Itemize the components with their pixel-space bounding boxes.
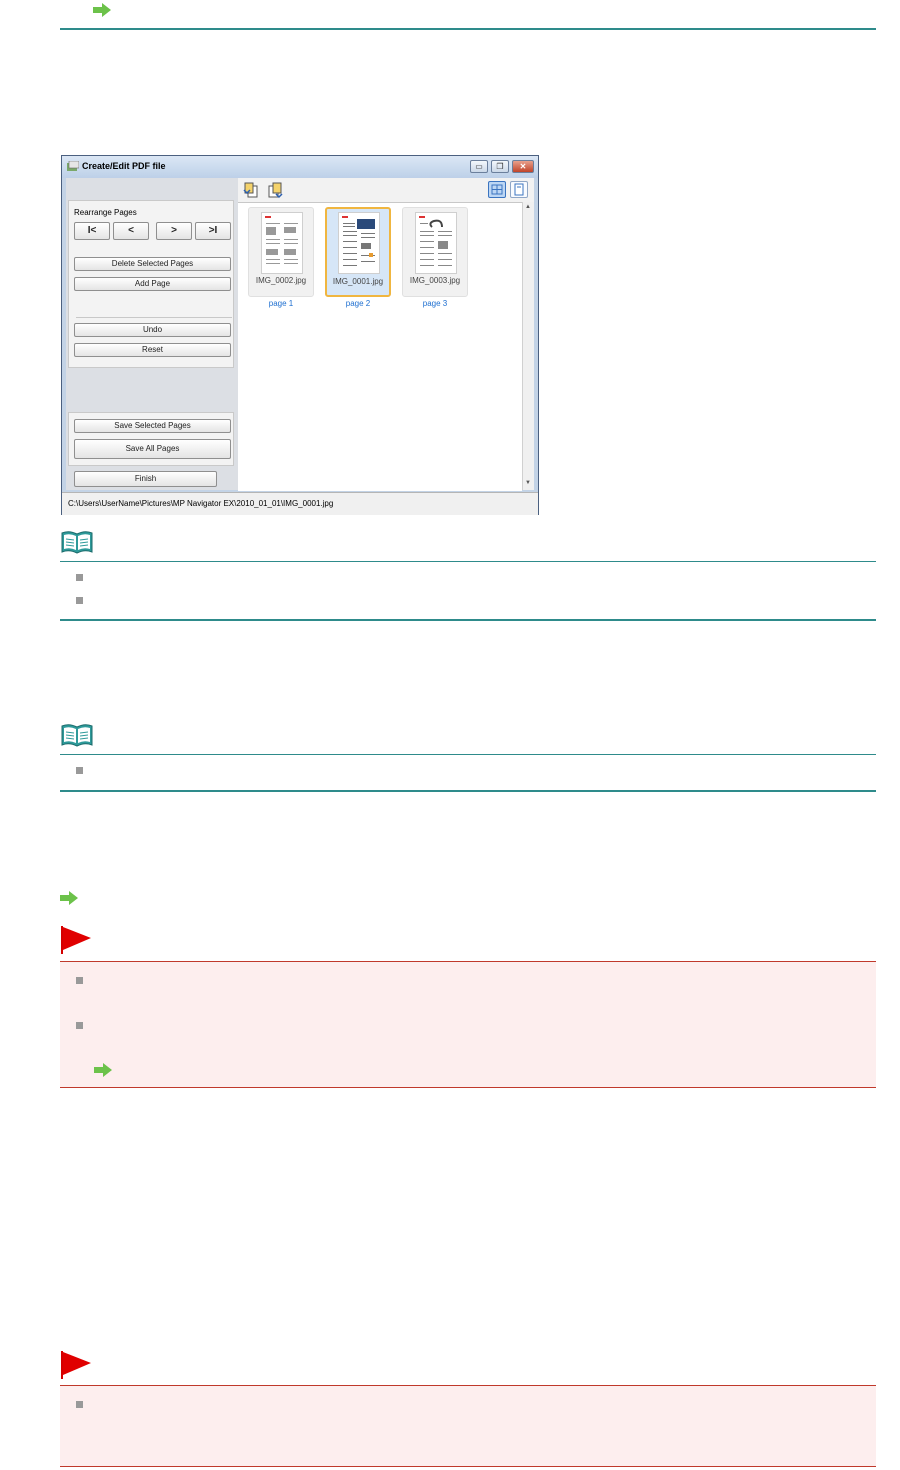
minimize-button[interactable]: ▭: [470, 160, 488, 173]
next-page-button[interactable]: >: [156, 222, 192, 240]
thumbnail-card-selected[interactable]: IMG_0001.jpg: [325, 207, 391, 297]
thumbnail-view-button[interactable]: [488, 181, 506, 198]
previous-page-button[interactable]: <: [113, 222, 149, 240]
last-page-button[interactable]: >I: [195, 222, 231, 240]
thumbnail-card[interactable]: IMG_0002.jpg: [248, 207, 314, 297]
reset-button[interactable]: Reset: [74, 343, 231, 357]
rotate-right-icon[interactable]: [266, 181, 284, 199]
left-panel: Rearrange Pages I< < > >I Delete Selecte…: [66, 178, 238, 490]
thumbnail-filename: IMG_0001.jpg: [332, 277, 384, 286]
arrow-icon[interactable]: [60, 891, 78, 905]
caution-box: [60, 961, 876, 1088]
app-icon: [67, 161, 79, 171]
page-thumbnail-image: [261, 212, 303, 274]
rotate-left-icon[interactable]: [242, 181, 260, 199]
divider: [60, 28, 876, 30]
bullet-icon: [76, 767, 83, 774]
bullet-icon: [76, 1401, 83, 1408]
arrow-icon[interactable]: [93, 3, 111, 17]
bullet-icon: [76, 574, 83, 581]
thumbnail-page-number: page 3: [422, 299, 448, 308]
close-button[interactable]: ✕: [512, 160, 534, 173]
add-page-button[interactable]: Add Page: [74, 277, 231, 291]
thumbnail-filename: IMG_0003.jpg: [409, 276, 461, 285]
vertical-scrollbar[interactable]: ▲ ▼: [522, 202, 534, 490]
bullet-icon: [76, 977, 83, 984]
caution-box: [60, 1385, 876, 1467]
caution-flag-icon: [61, 926, 91, 954]
note-bottom-rule: [60, 790, 876, 792]
note-top-rule: [60, 754, 876, 755]
delete-selected-pages-button[interactable]: Delete Selected Pages: [74, 257, 231, 271]
bullet-icon: [76, 1022, 83, 1029]
restore-button[interactable]: ❐: [491, 160, 509, 173]
window-title: Create/Edit PDF file: [82, 161, 166, 171]
scroll-down-icon[interactable]: ▼: [525, 480, 531, 486]
page-thumbnail-image: [415, 212, 457, 274]
page-thumbnail-image: [338, 212, 380, 274]
note-book-icon: [61, 531, 93, 554]
bullet-icon: [76, 597, 83, 604]
page-view-icon: [514, 183, 524, 196]
scroll-up-icon[interactable]: ▲: [525, 204, 531, 210]
note-bottom-rule: [60, 619, 876, 621]
save-selected-pages-button[interactable]: Save Selected Pages: [74, 419, 231, 433]
thumbnail-panel: IMG_0002.jpg page 1 IMG_0001.jpg page 2 …: [238, 178, 534, 491]
thumbnail-page-number: page 1: [268, 299, 294, 308]
first-page-button[interactable]: I<: [74, 222, 110, 240]
separator: [76, 317, 232, 318]
rearrange-pages-label: Rearrange Pages: [74, 208, 137, 217]
note-book-icon: [61, 724, 93, 747]
create-edit-pdf-window: Create/Edit PDF file ▭ ❐ ✕ Rearrange Pag…: [61, 155, 539, 515]
window-title-bar: Create/Edit PDF file ▭ ❐ ✕: [62, 156, 538, 178]
thumbnail-card[interactable]: IMG_0003.jpg: [402, 207, 468, 297]
thumbnail-page-number: page 2: [345, 299, 371, 308]
arrow-icon[interactable]: [94, 1063, 112, 1077]
undo-button[interactable]: Undo: [74, 323, 231, 337]
thumbnail-filename: IMG_0002.jpg: [255, 276, 307, 285]
save-all-pages-button[interactable]: Save All Pages: [74, 439, 231, 459]
note-top-rule: [60, 561, 876, 562]
finish-button[interactable]: Finish: [74, 471, 217, 487]
caution-flag-icon: [61, 1351, 91, 1379]
status-bar: C:\Users\UserName\Pictures\MP Navigator …: [62, 492, 538, 515]
status-file-path: C:\Users\UserName\Pictures\MP Navigator …: [68, 499, 334, 508]
single-page-view-button[interactable]: [510, 181, 528, 198]
grid-view-icon: [491, 184, 503, 195]
thumbnail-area: IMG_0002.jpg page 1 IMG_0001.jpg page 2 …: [238, 202, 522, 491]
